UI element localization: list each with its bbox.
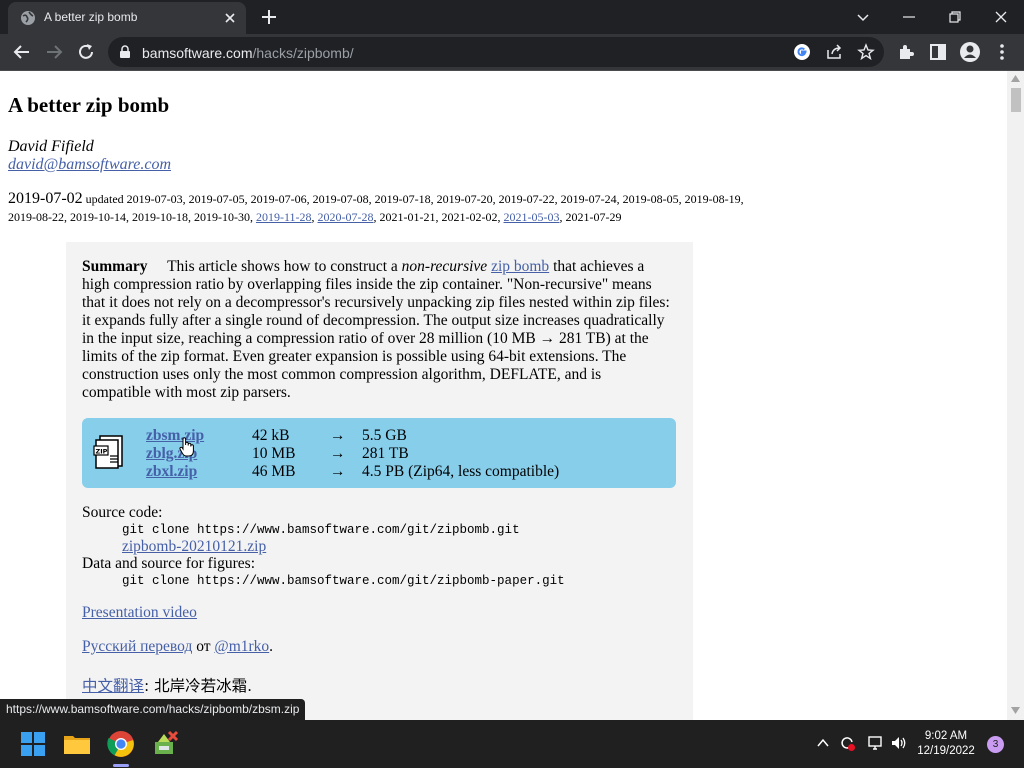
source-clone-command: git clone https://www.bamsoftware.com/gi… <box>122 523 520 537</box>
forward-icon[interactable] <box>42 40 66 64</box>
sync-alert-icon[interactable] <box>838 734 856 752</box>
volume-icon[interactable] <box>890 734 908 752</box>
summary-part-1: This article shows how to construct a <box>167 258 398 275</box>
scroll-down-icon[interactable] <box>1011 707 1020 714</box>
summary-label: Summary <box>82 258 148 275</box>
extensions-icon[interactable] <box>894 40 918 64</box>
data-source-label: Data and source for figures: <box>82 555 256 572</box>
russian-translation-link[interactable]: Русский перевод <box>82 638 192 655</box>
download-size: 42 kB <box>252 427 290 444</box>
address-bar[interactable]: bamsoftware.com/hacks/zipbomb/ <box>108 37 884 67</box>
side-panel-icon[interactable] <box>926 40 950 64</box>
new-tab-icon[interactable] <box>258 6 280 28</box>
summary-part-2: that achieves a high compression ratio b… <box>82 258 670 401</box>
page-viewport: A better zip bomb David Fifield david@ba… <box>0 71 1024 720</box>
profile-icon[interactable] <box>958 40 982 64</box>
source-code-label: Source code: <box>82 504 163 521</box>
network-icon[interactable] <box>866 734 884 752</box>
windows-start-icon[interactable] <box>17 728 49 760</box>
author-email-link[interactable]: david@bamsoftware.com <box>8 156 171 174</box>
vertical-scrollbar[interactable] <box>1007 71 1024 720</box>
share-icon[interactable] <box>824 42 844 62</box>
browser-toolbar: bamsoftware.com/hacks/zipbomb/ <box>0 34 1024 71</box>
zip-bomb-link[interactable]: zip bomb <box>491 258 549 275</box>
minimize-icon[interactable] <box>896 4 922 30</box>
app-tool-icon[interactable] <box>150 728 182 760</box>
lock-icon[interactable] <box>118 45 132 59</box>
date-link-2[interactable]: 2020-07-28 <box>318 210 374 224</box>
link-status-bubble: https://www.bamsoftware.com/hacks/zipbom… <box>0 699 306 720</box>
close-tab-icon[interactable] <box>220 8 240 28</box>
summary-panel: Summary This article shows how to constr… <box>66 242 693 720</box>
dates-text-3: , 2021-07-29 <box>559 210 622 224</box>
chinese-translation-link[interactable]: 中文翻译 <box>82 677 144 695</box>
tab-search-chevron-icon[interactable] <box>850 4 876 30</box>
revision-dates: 2019-07-02 updated 2019-07-03, 2019-07-0… <box>8 190 768 226</box>
author-name: David Fifield <box>8 138 94 155</box>
arrow: → <box>330 463 346 480</box>
zip-archive-icon: ZIP <box>93 435 123 469</box>
publish-date: 2019-07-02 <box>8 190 83 207</box>
scroll-up-icon[interactable] <box>1011 75 1020 82</box>
back-icon[interactable] <box>10 40 34 64</box>
source-zip-link[interactable]: zipbomb-20210121.zip <box>122 538 266 556</box>
chinese-translator: : 北岸冷若冰霜. <box>144 677 253 695</box>
taskbar: 9:02 AM 12/19/2022 3 <box>0 720 1024 768</box>
dates-sep-1: , <box>311 210 315 224</box>
date-link-3[interactable]: 2021-05-03 <box>504 210 560 224</box>
url-text[interactable]: bamsoftware.com/hacks/zipbomb/ <box>142 45 354 61</box>
taskbar-clock[interactable]: 9:02 AM 12/19/2022 <box>912 729 980 759</box>
clock-time: 9:02 AM <box>924 730 968 742</box>
russian-by: от <box>196 638 211 655</box>
russian-end: . <box>269 638 274 655</box>
google-icon[interactable] <box>792 42 812 62</box>
presentation-video-link[interactable]: Presentation video <box>82 604 197 622</box>
close-window-icon[interactable] <box>988 4 1014 30</box>
updated-label: updated <box>85 192 124 206</box>
notification-badge[interactable]: 3 <box>987 736 1004 753</box>
show-hidden-icons-chevron-icon[interactable] <box>814 734 832 752</box>
date-link-1[interactable]: 2019-11-28 <box>256 210 312 224</box>
active-app-indicator <box>113 764 129 767</box>
arrow: → <box>330 427 346 444</box>
tab-title: A better zip bomb <box>44 10 138 24</box>
summary-emphasis: non-recursive <box>401 258 488 275</box>
tab-strip: A better zip bomb <box>0 0 1024 34</box>
download-size: 46 MB <box>252 463 296 480</box>
downloads-box: ZIP zbsm.zip 42 kB → 5.5 GB zblg.zip 10 … <box>82 418 676 488</box>
summary-text: Summary This article shows how to constr… <box>82 258 672 402</box>
russian-translation-line: Русский перевод от @m1rko. <box>82 638 273 656</box>
url-path: /hacks/zipbomb/ <box>252 45 354 61</box>
globe-icon <box>21 11 35 25</box>
menu-kebab-icon[interactable] <box>990 40 1014 64</box>
restore-icon[interactable] <box>942 4 968 30</box>
russian-author-link[interactable]: @m1rko <box>214 638 269 655</box>
clock-date: 12/19/2022 <box>917 745 975 757</box>
hand-cursor-icon <box>179 437 194 457</box>
file-explorer-icon[interactable] <box>61 728 93 760</box>
dates-text-2: , 2021-01-21, 2021-02-02, <box>373 210 501 224</box>
arrow: → <box>330 445 346 462</box>
svg-text:ZIP: ZIP <box>96 448 108 456</box>
chinese-translation-line: 中文翻译: 北岸冷若冰霜. <box>82 674 252 696</box>
tab-active[interactable]: A better zip bomb <box>8 2 246 34</box>
expanded-size: 281 TB <box>362 445 409 462</box>
scrollbar-thumb[interactable] <box>1011 88 1021 112</box>
chrome-icon[interactable] <box>105 728 137 760</box>
download-link-zbxl[interactable]: zbxl.zip <box>146 463 197 481</box>
bookmark-star-icon[interactable] <box>856 42 876 62</box>
expanded-size: 5.5 GB <box>362 427 407 444</box>
page-title: A better zip bomb <box>8 93 170 117</box>
url-host: bamsoftware.com <box>142 45 253 61</box>
expanded-size: 4.5 PB (Zip64, less compatible) <box>362 463 560 480</box>
download-size: 10 MB <box>252 445 296 462</box>
reload-icon[interactable] <box>74 40 98 64</box>
data-clone-command: git clone https://www.bamsoftware.com/gi… <box>122 574 565 588</box>
